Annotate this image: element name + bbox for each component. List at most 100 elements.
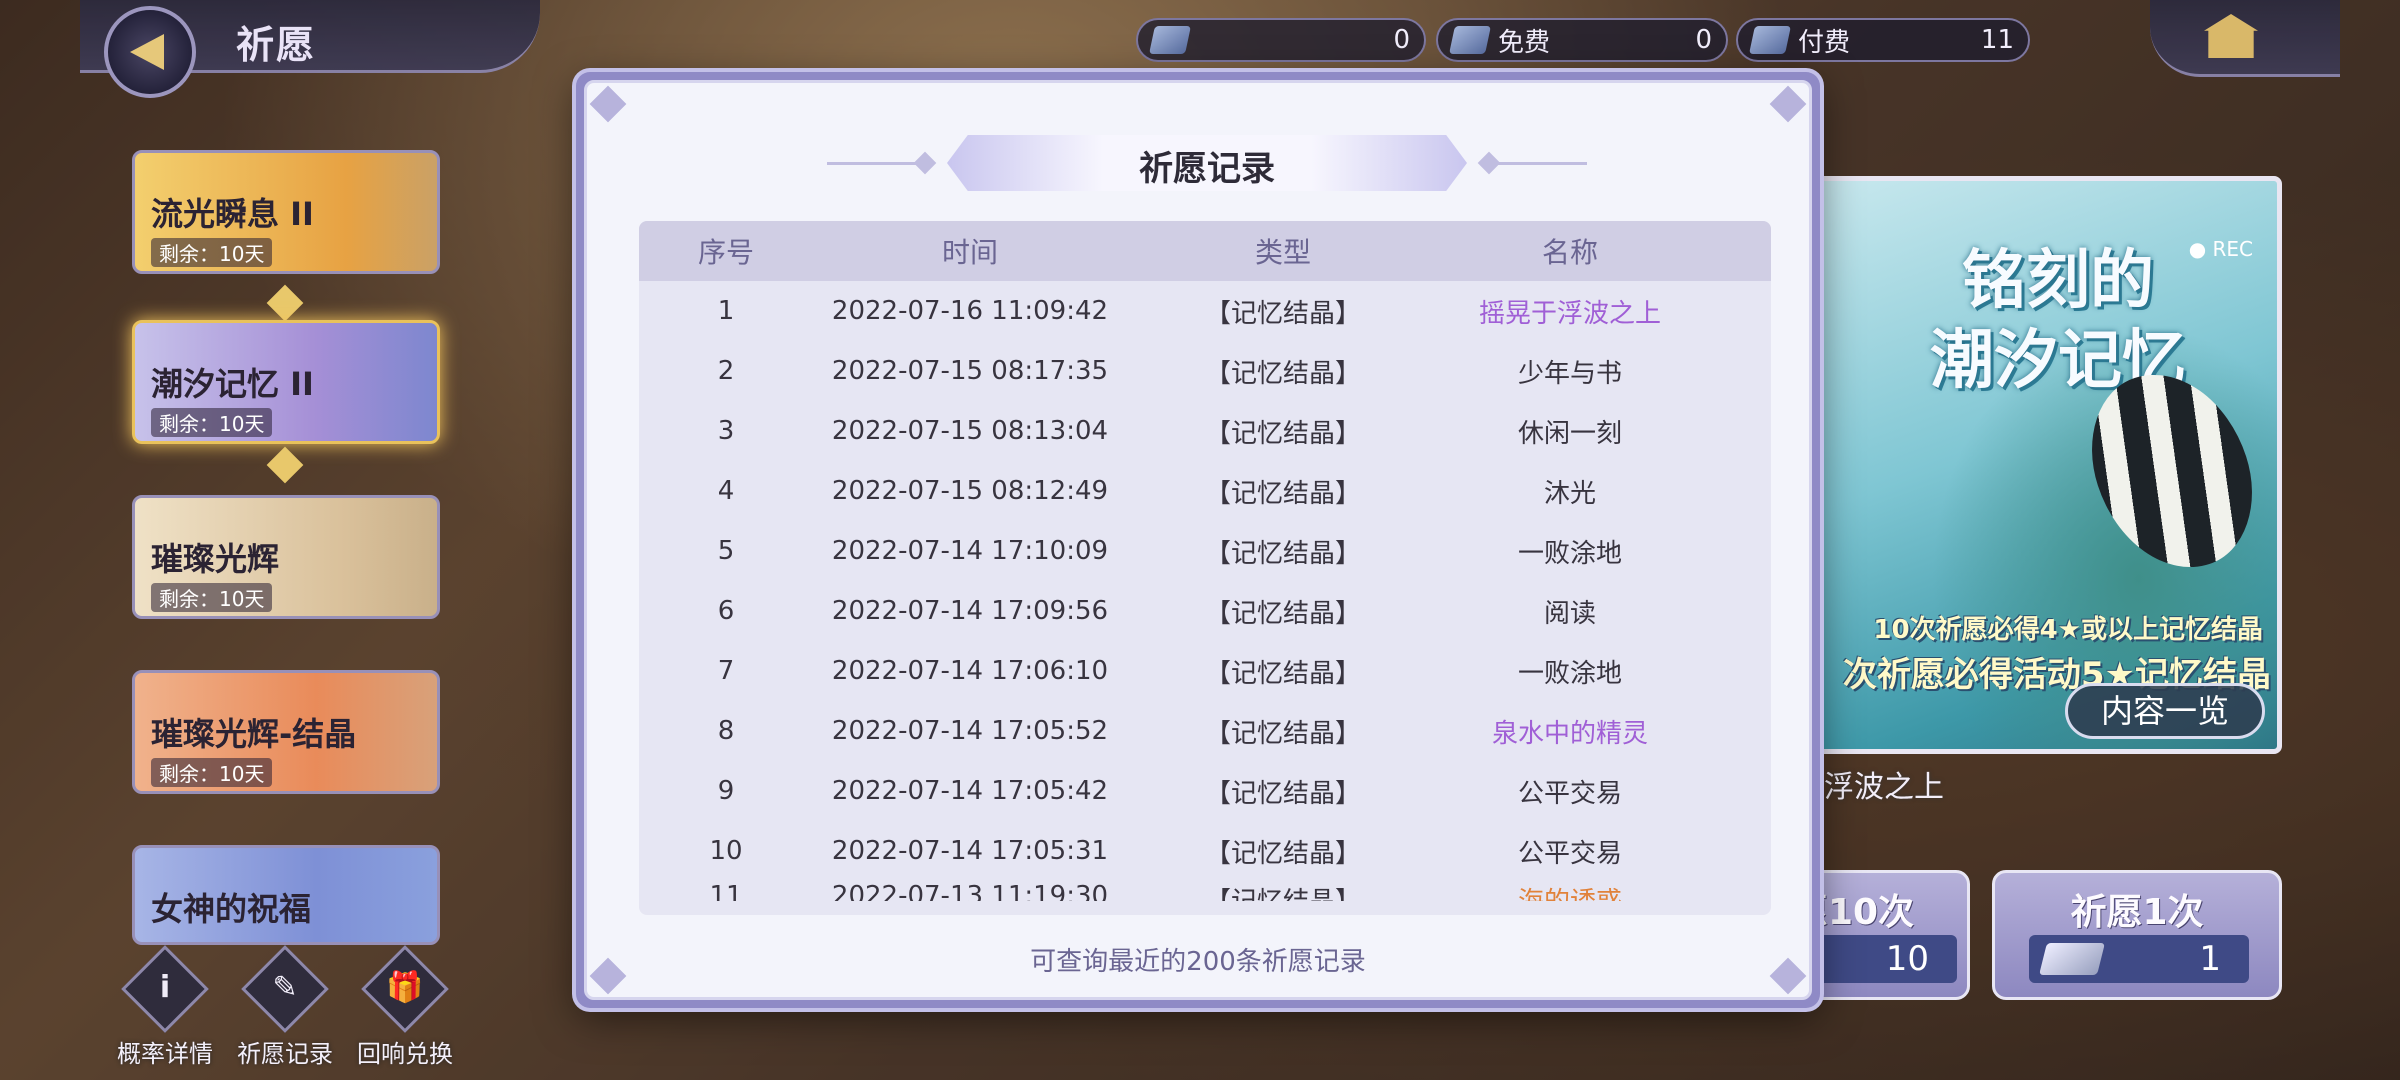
table-row: 9 2022-07-14 17:05:42 【记忆结晶】 公平交易	[639, 761, 1771, 821]
banner-tab-3[interactable]: 璀璨光辉 剩余：10天	[132, 495, 440, 619]
title-ornament	[913, 151, 937, 175]
dialog-title-bar: 祈愿记录	[587, 135, 1809, 191]
banner-tab-4[interactable]: 璀璨光辉-结晶 剩余：10天	[132, 670, 440, 794]
row-name: 一败涂地	[1517, 538, 1622, 569]
column-header: 名称	[1541, 236, 1598, 269]
column-header: 类型	[1254, 236, 1311, 269]
row-type: 【记忆结晶】	[1204, 598, 1361, 629]
column-header: 时间	[941, 236, 998, 269]
cost-value: 10	[1885, 939, 1929, 979]
banner-days-left: 剩余：10天	[151, 583, 273, 612]
action-label: 回响兑换	[357, 1040, 453, 1068]
corner-ornament-icon	[1769, 85, 1807, 123]
banner-name: 女神的祝福	[151, 890, 312, 928]
row-number: 9	[717, 776, 735, 806]
row-number: 7	[717, 656, 735, 686]
currency-value: 0	[1393, 25, 1410, 55]
row-number: 4	[717, 476, 735, 506]
edit-glyph: ✎	[272, 970, 298, 1005]
row-type: 【记忆结晶】	[1127, 881, 1439, 901]
wish-1-button[interactable]: 祈愿1次 1	[1992, 870, 2282, 1000]
column-header: 序号	[697, 236, 754, 269]
banner-tab-5[interactable]: 女神的祝福	[132, 845, 440, 945]
table-row: 4 2022-07-15 08:12:49 【记忆结晶】 沐光	[639, 461, 1771, 521]
banner-name: 璀璨光辉	[151, 540, 280, 578]
row-name: 摇晃于浮波之上	[1478, 298, 1661, 329]
row-type: 【记忆结晶】	[1204, 478, 1361, 509]
table-row: 8 2022-07-14 17:05:52 【记忆结晶】 泉水中的精灵	[639, 701, 1771, 761]
poster-title-line: 潮汐记忆	[1930, 324, 2186, 398]
banner-days-left: 剩余：10天	[151, 758, 273, 787]
row-time: 2022-07-15 08:17:35	[831, 356, 1109, 386]
banner-name: 璀璨光辉-结晶	[151, 715, 357, 753]
table-rows: 1 2022-07-16 11:09:42 【记忆结晶】 摇晃于浮波之上 2 2022-0…	[639, 281, 1771, 901]
row-time: 2022-07-16 11:09:42	[831, 296, 1109, 326]
page-title: 祈愿	[236, 23, 317, 67]
crystal-chip-icon	[1149, 26, 1191, 54]
ticket-icon	[2039, 943, 2105, 975]
wish-1-cost: 1	[2029, 935, 2249, 983]
content-overview-button[interactable]: 内容一览	[2065, 683, 2265, 739]
history-table[interactable]: 序号 时间 类型 名称 1 2022-07-16 11:09:42 【记忆结晶】 摇晃…	[639, 221, 1771, 915]
back-arrow-icon	[130, 34, 164, 70]
row-number: 3	[717, 416, 735, 446]
table-row: 5 2022-07-14 17:10:09 【记忆结晶】 一败涂地	[639, 521, 1771, 581]
wish-history-button[interactable]: ✎ 祈愿记录	[230, 945, 340, 1069]
table-row: 2 2022-07-15 08:17:35 【记忆结晶】 少年与书	[639, 341, 1771, 401]
table-row: 3 2022-07-15 08:13:04 【记忆结晶】 休闲一刻	[639, 401, 1771, 461]
probability-details-button[interactable]: i 概率详情	[110, 945, 220, 1069]
currency-label: 付费	[1798, 27, 1851, 58]
banner-tab-1[interactable]: 流光瞬息 II 剩余：10天	[132, 150, 440, 274]
row-name: 沐光	[1543, 478, 1596, 509]
table-row: 7 2022-07-14 17:06:10 【记忆结晶】 一败涂地	[639, 641, 1771, 701]
currency-paid-gem: 付费 11	[1736, 18, 2030, 62]
row-type: 【记忆结晶】	[1204, 778, 1361, 809]
action-label: 祈愿记录	[237, 1040, 333, 1068]
row-number: 5	[717, 536, 735, 566]
row-name: 泉水中的精灵	[1491, 718, 1648, 749]
table-row: 10 2022-07-14 17:05:31 【记忆结晶】 公平交易	[639, 821, 1771, 881]
poster-title: 铭刻的 潮汐记忆	[1843, 241, 2273, 401]
poster-title-line: 铭刻的	[1962, 244, 2154, 318]
dialog-title: 祈愿记录	[1139, 149, 1275, 189]
wish-1-label: 祈愿1次	[2070, 892, 2204, 933]
currency-value: 11	[1980, 25, 2014, 55]
row-name: 公平交易	[1517, 838, 1622, 869]
echo-exchange-button[interactable]: 🎁 回响兑换	[350, 945, 460, 1069]
row-time: 2022-07-14 17:05:42	[831, 776, 1109, 806]
cost-value: 1	[2199, 939, 2221, 979]
gift-glyph: 🎁	[386, 970, 424, 1005]
row-type: 【记忆结晶】	[1204, 298, 1361, 329]
row-name: 一败涂地	[1517, 658, 1622, 689]
row-number: 1	[717, 296, 735, 326]
row-number: 6	[717, 596, 735, 626]
table-row: 1 2022-07-16 11:09:42 【记忆结晶】 摇晃于浮波之上	[639, 281, 1771, 341]
corner-ornament-icon	[589, 85, 627, 123]
history-footnote: 可查询最近的200条祈愿记录	[1030, 947, 1366, 977]
banner-days-left: 剩余：10天	[151, 408, 273, 437]
row-name: 阅读	[1543, 598, 1596, 629]
row-name: 海的诱惑	[1439, 881, 1701, 901]
row-time: 2022-07-14 17:06:10	[831, 656, 1109, 686]
blue-gem-icon	[1749, 26, 1791, 54]
top-bar: 祈愿 0 免费 0 付费 11	[0, 0, 2400, 98]
currency-crystal-chip: 0	[1136, 18, 1426, 62]
row-type: 【记忆结晶】	[1204, 718, 1361, 749]
row-time: 2022-07-14 17:10:09	[831, 536, 1109, 566]
row-number: 11	[709, 881, 743, 901]
row-time: 2022-07-15 08:12:49	[831, 476, 1109, 506]
banner-days-left: 剩余：10天	[151, 238, 273, 267]
row-type: 【记忆结晶】	[1204, 838, 1361, 869]
row-time: 2022-07-14 17:05:52	[831, 716, 1109, 746]
row-number: 10	[709, 836, 743, 866]
currency-value: 0	[1695, 25, 1712, 55]
row-number: 2	[717, 356, 735, 386]
dialog-body: 祈愿记录 序号 时间 类型 名称 1 2022-07-16 11:09:42 【记忆…	[584, 80, 1812, 1000]
row-name: 公平交易	[1517, 778, 1622, 809]
row-time: 2022-07-14 17:05:31	[831, 836, 1109, 866]
banner-poster: ● REC 铭刻的 潮汐记忆 10次祈愿必得4★或以上记忆结晶 次祈愿必得活动5…	[1810, 176, 2282, 754]
title-ornament	[827, 162, 927, 165]
banner-tab-2-selected[interactable]: 潮汐记忆 II 剩余：10天	[132, 320, 440, 444]
table-row: 6 2022-07-14 17:09:56 【记忆结晶】 阅读	[639, 581, 1771, 641]
back-button[interactable]	[104, 6, 196, 98]
